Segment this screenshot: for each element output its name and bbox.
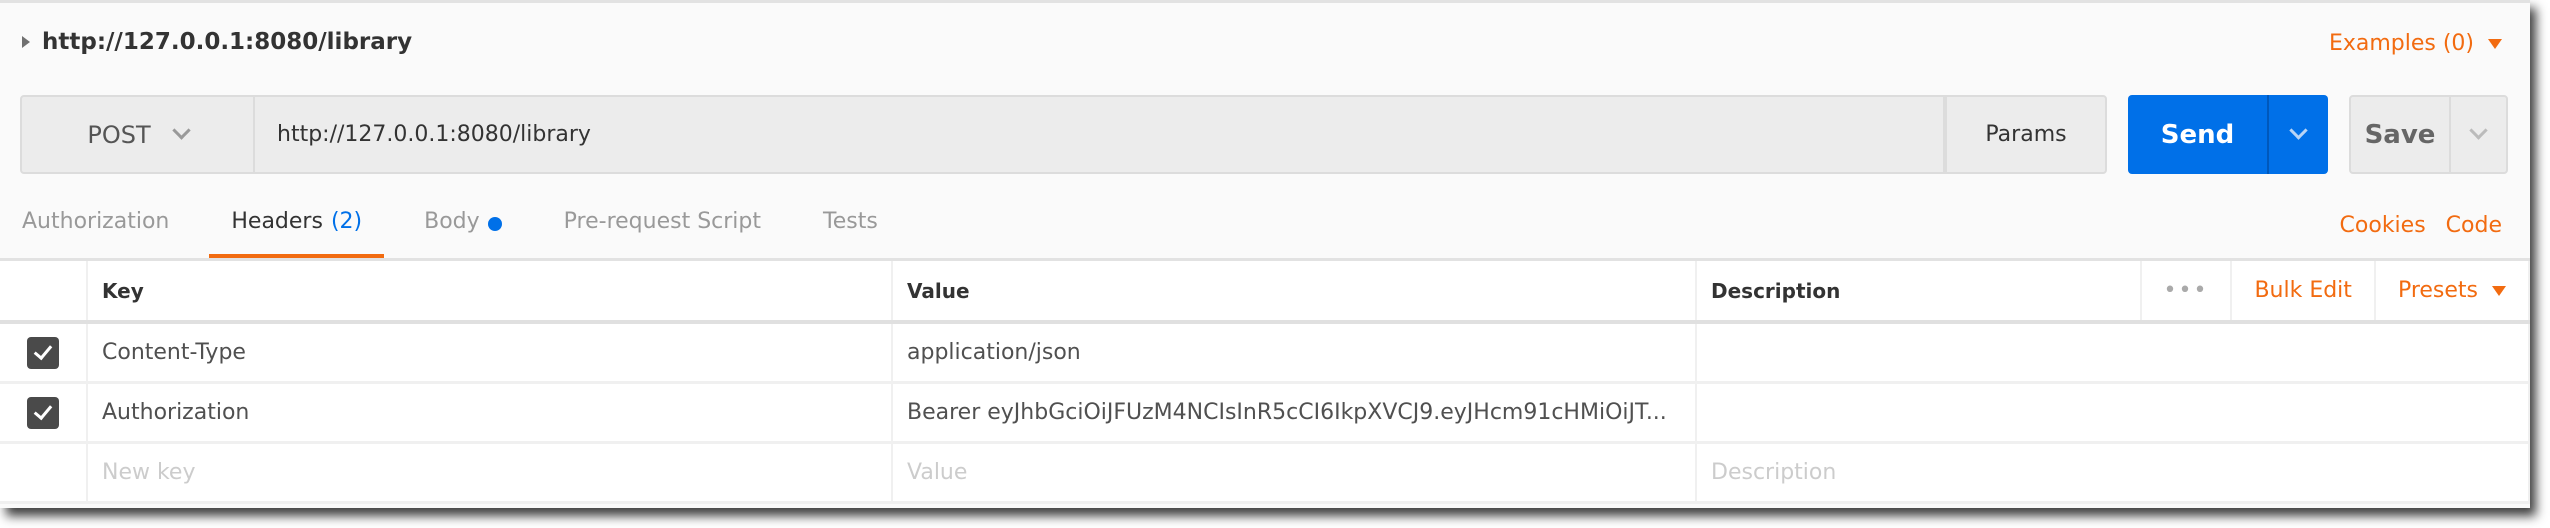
method-select[interactable]: POST xyxy=(20,95,255,174)
url-input[interactable]: http://127.0.0.1:8080/library xyxy=(255,95,1945,174)
checkbox-cell xyxy=(0,444,88,501)
headers-count: (2) xyxy=(330,209,363,234)
table-row: Content-Type application/json xyxy=(0,324,2530,384)
expand-caret-icon[interactable] xyxy=(22,36,30,48)
more-options-icon[interactable]: ••• xyxy=(2139,261,2231,320)
save-button-group: Save xyxy=(2349,95,2508,174)
cookies-link[interactable]: Cookies xyxy=(2340,213,2426,238)
tab-tests[interactable]: Tests xyxy=(801,209,900,259)
presets-label: Presets xyxy=(2397,278,2478,303)
new-row: New key Value Description xyxy=(0,444,2530,504)
caret-down-icon xyxy=(2492,285,2506,296)
body-indicator-dot-icon xyxy=(487,217,502,231)
bulk-edit-button[interactable]: Bulk Edit xyxy=(2230,261,2374,320)
checkbox-cell xyxy=(0,384,88,441)
column-header-description: Description ••• Bulk Edit Presets xyxy=(1697,261,2530,320)
params-button[interactable]: Params xyxy=(1945,95,2107,174)
tab-headers[interactable]: Headers (2) xyxy=(209,209,384,260)
description-cell[interactable] xyxy=(1697,384,2530,441)
send-button-group: Send xyxy=(2128,95,2328,174)
tab-label: Body xyxy=(424,209,480,234)
send-options-button[interactable] xyxy=(2267,95,2328,174)
examples-label: Examples (0) xyxy=(2328,31,2474,56)
new-description-input[interactable]: Description xyxy=(1697,444,2530,501)
request-title-text: http://127.0.0.1:8080/library xyxy=(42,29,413,55)
column-header-value: Value xyxy=(893,261,1697,320)
table-row: Authorization Bearer eyJhbGciOiJFUzM4NCI… xyxy=(0,384,2530,444)
code-link[interactable]: Code xyxy=(2446,213,2502,238)
tab-body[interactable]: Body xyxy=(402,209,524,259)
presets-dropdown[interactable]: Presets xyxy=(2373,261,2528,320)
request-links: Cookies Code xyxy=(2340,213,2502,238)
chevron-down-icon xyxy=(2469,121,2488,140)
checkbox-cell xyxy=(0,324,88,381)
caret-down-icon xyxy=(2488,38,2502,49)
description-cell[interactable] xyxy=(1697,324,2530,381)
method-label: POST xyxy=(87,120,151,149)
tab-authorization[interactable]: Authorization xyxy=(0,209,191,259)
tab-label: Headers xyxy=(231,209,323,234)
checkbox-column-header xyxy=(0,261,88,320)
tab-label: Pre-request Script xyxy=(563,209,762,234)
row-checkbox[interactable] xyxy=(27,396,59,429)
save-options-button[interactable] xyxy=(2449,97,2506,172)
column-header-description-label: Description xyxy=(1711,278,1841,303)
column-header-key: Key xyxy=(88,261,893,320)
request-title[interactable]: http://127.0.0.1:8080/library xyxy=(22,29,412,55)
chevron-down-icon xyxy=(171,121,191,140)
new-value-input[interactable]: Value xyxy=(893,444,1697,501)
request-tabs: Authorization Headers (2) Body Pre-reques… xyxy=(0,209,918,260)
headers-table: Key Value Description ••• Bulk Edit Pres… xyxy=(0,258,2530,504)
request-panel: http://127.0.0.1:8080/library Examples (… xyxy=(0,0,2530,508)
chevron-down-icon xyxy=(2289,121,2308,140)
table-header-row: Key Value Description ••• Bulk Edit Pres… xyxy=(0,261,2530,324)
tab-pre-request-script[interactable]: Pre-request Script xyxy=(542,209,783,259)
tab-label: Tests xyxy=(823,209,878,234)
send-button[interactable]: Send xyxy=(2128,95,2267,174)
table-actions: ••• Bulk Edit Presets xyxy=(2139,261,2529,320)
url-value: http://127.0.0.1:8080/library xyxy=(277,122,591,147)
params-label: Params xyxy=(1985,122,2067,147)
value-cell[interactable]: application/json xyxy=(893,324,1697,381)
key-cell[interactable]: Authorization xyxy=(88,384,893,441)
save-button[interactable]: Save xyxy=(2351,97,2449,172)
tab-label: Authorization xyxy=(22,209,170,234)
key-cell[interactable]: Content-Type xyxy=(88,324,893,381)
new-key-input[interactable]: New key xyxy=(88,444,893,501)
examples-dropdown[interactable]: Examples (0) xyxy=(2329,31,2502,56)
value-cell[interactable]: Bearer eyJhbGciOiJFUzM4NCIsInR5cCI6IkpXV… xyxy=(893,384,1697,441)
row-checkbox[interactable] xyxy=(27,336,59,369)
